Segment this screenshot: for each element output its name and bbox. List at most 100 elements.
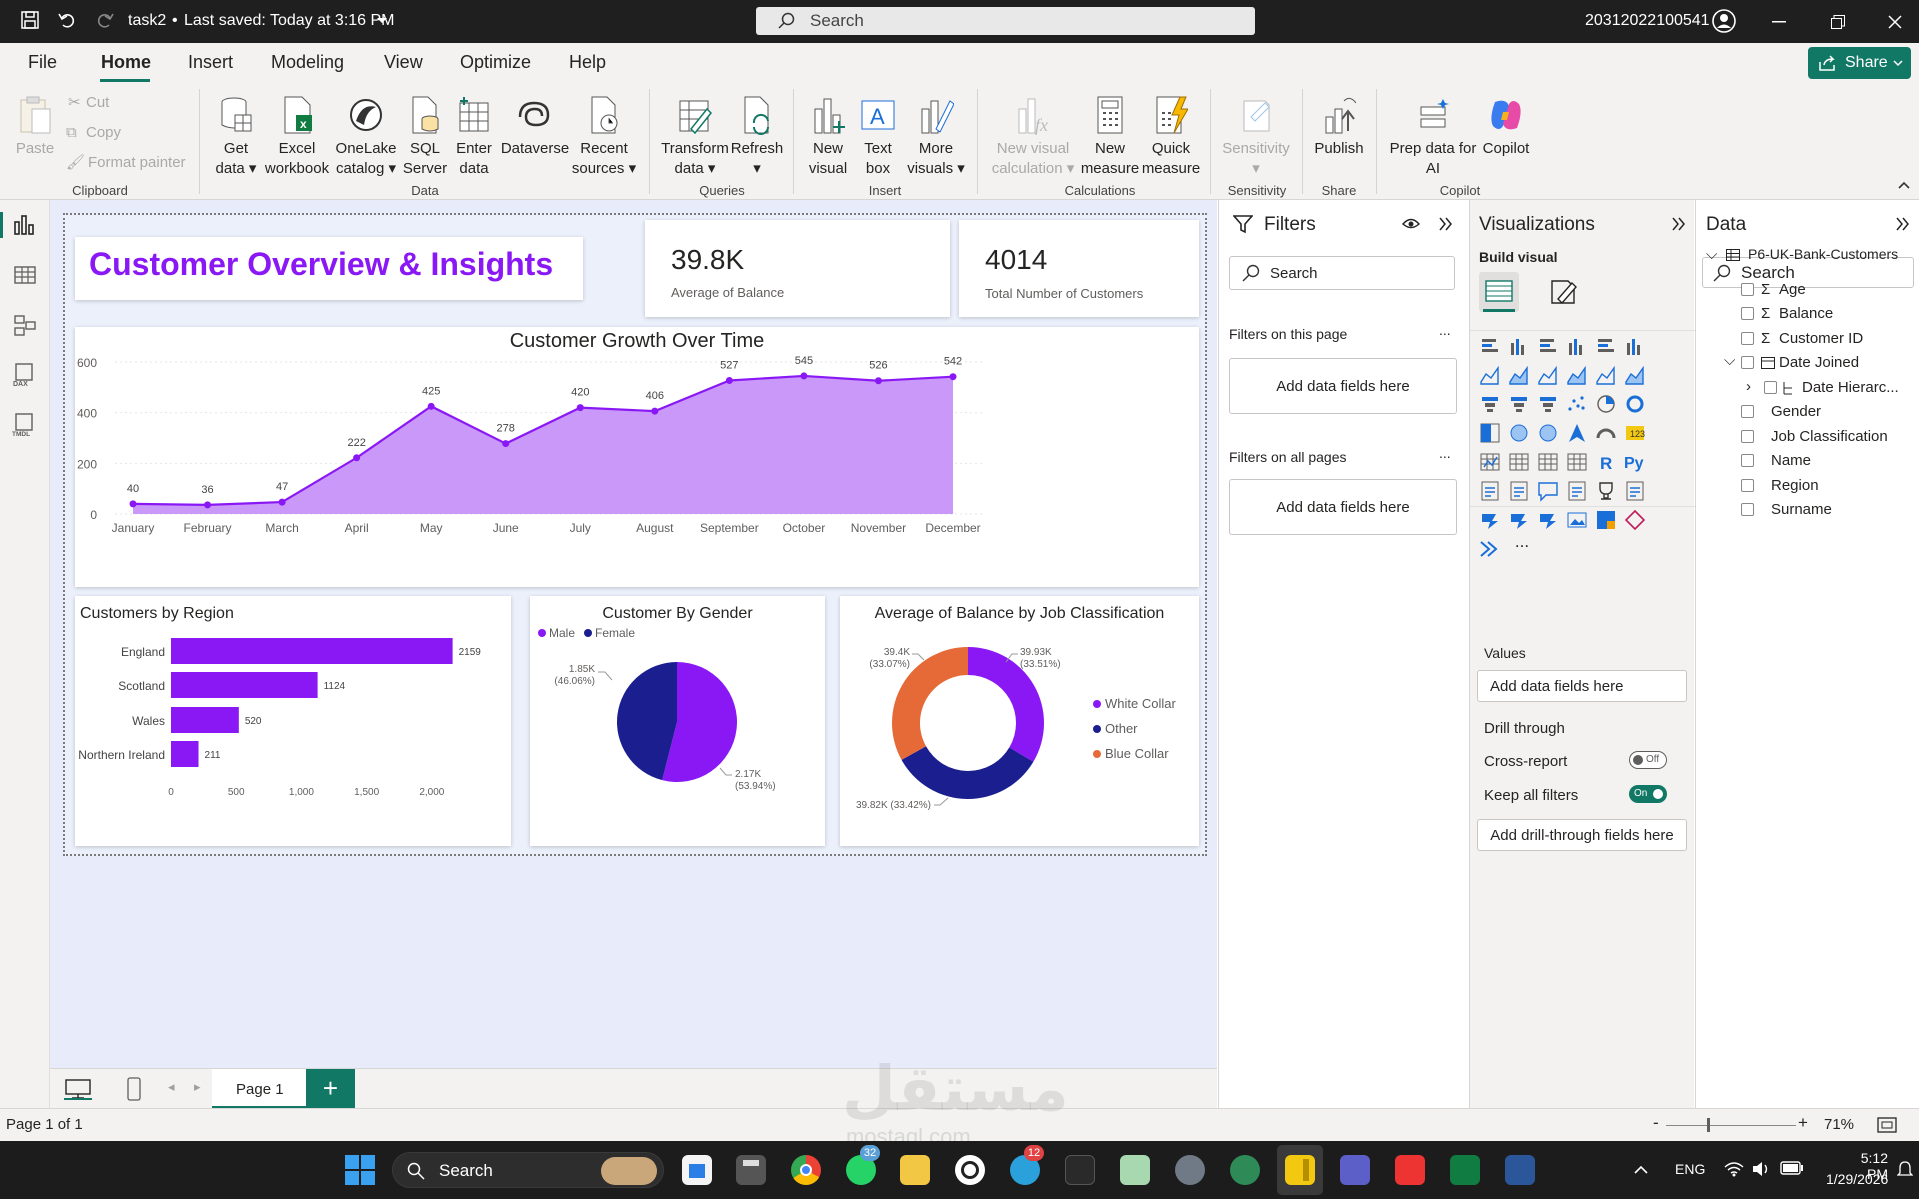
- drill-through-drop-zone[interactable]: Add drill-through fields here: [1477, 819, 1687, 851]
- field-checkbox[interactable]: [1741, 283, 1754, 296]
- sql-server-button[interactable]: SQL Server: [402, 93, 448, 179]
- kpi-icon[interactable]: [1480, 452, 1500, 472]
- collapse-ribbon-icon[interactable]: [1898, 181, 1910, 189]
- page-tab-1[interactable]: Page 1: [212, 1069, 306, 1109]
- report-title-card[interactable]: Customer Overview & Insights: [75, 237, 583, 300]
- field-item[interactable]: Σ Age: [1741, 281, 1910, 303]
- azure-map-icon[interactable]: [1567, 423, 1587, 443]
- 100-area-chart-icon[interactable]: [1567, 365, 1587, 385]
- chatgpt-icon[interactable]: [955, 1155, 985, 1185]
- line-chart-icon[interactable]: [1480, 365, 1500, 385]
- show-hidden-icons-chevron[interactable]: [1634, 1165, 1648, 1174]
- new-measure-button[interactable]: New measure: [1080, 93, 1140, 179]
- scatter-chart-icon[interactable]: [1567, 394, 1587, 414]
- stacked-column-chart-icon[interactable]: [1509, 336, 1529, 356]
- previous-page-icon[interactable]: ◂: [168, 1079, 175, 1095]
- field-item[interactable]: › Date Hierarc...: [1746, 378, 1910, 401]
- copilot-button[interactable]: Copilot: [1478, 93, 1534, 159]
- clustered-column-chart-icon[interactable]: [1567, 336, 1587, 356]
- custom-visual-icon[interactable]: [1480, 539, 1500, 559]
- table-view-icon[interactable]: [12, 262, 38, 288]
- field-checkbox[interactable]: [1764, 381, 1777, 394]
- field-checkbox[interactable]: [1741, 332, 1754, 345]
- customer-growth-chart[interactable]: Customer Growth Over Time 0 200 400 600 40 36…: [75, 327, 1199, 587]
- save-icon[interactable]: [20, 10, 40, 30]
- waterfall-chart-icon[interactable]: [1509, 394, 1529, 414]
- smart-narrative-icon[interactable]: [1567, 481, 1587, 501]
- account-icon[interactable]: [1712, 9, 1736, 33]
- key-influencers-icon[interactable]: [1480, 481, 1500, 501]
- taskbar-search-box[interactable]: Search: [392, 1152, 664, 1188]
- close-icon[interactable]: [1888, 15, 1902, 29]
- clustered-bar-chart-icon[interactable]: [1538, 336, 1558, 356]
- menu-help[interactable]: Help: [569, 52, 606, 73]
- maps-app-icon[interactable]: [1120, 1155, 1150, 1185]
- transform-data-button[interactable]: Transform data ▾: [660, 93, 730, 179]
- funnel-chart-icon[interactable]: [1538, 394, 1558, 414]
- davinci-icon[interactable]: [1065, 1155, 1095, 1185]
- customers-by-region-chart[interactable]: Customers by Region England 2159 Scotland 1…: [75, 596, 511, 846]
- python-visual-icon[interactable]: Py: [1624, 452, 1645, 472]
- field-item[interactable]: Region: [1741, 477, 1910, 499]
- field-item[interactable]: Gender: [1741, 403, 1910, 425]
- cross-report-toggle[interactable]: Off: [1629, 751, 1667, 769]
- menu-view[interactable]: View: [384, 52, 423, 73]
- collapse-pane-icon[interactable]: [1439, 217, 1453, 231]
- 100-stacked-column-icon[interactable]: [1625, 336, 1645, 356]
- field-checkbox[interactable]: [1741, 430, 1754, 443]
- eye-icon[interactable]: [1402, 217, 1420, 231]
- visual-type-gallery[interactable]: 123 R Py: [1479, 335, 1689, 810]
- last-saved-text[interactable]: Last saved: Today at 3:16 PM: [184, 12, 395, 30]
- download-app-icon[interactable]: [1395, 1155, 1425, 1185]
- table-icon[interactable]: [1538, 452, 1558, 472]
- table-node[interactable]: ⌵ P6-UK-Bank-Customers: [1706, 246, 1919, 270]
- field-item[interactable]: Σ Customer ID: [1741, 330, 1910, 352]
- field-item[interactable]: Name: [1741, 452, 1910, 474]
- treemap-icon[interactable]: [1480, 423, 1500, 443]
- notification-bell-icon[interactable]: [1897, 1161, 1913, 1179]
- filters-search-input[interactable]: Search: [1229, 256, 1455, 290]
- teams-icon[interactable]: [1340, 1155, 1370, 1185]
- dax-query-view-icon[interactable]: DAX: [12, 362, 38, 388]
- publish-button[interactable]: Publish: [1312, 93, 1366, 159]
- more-options-icon[interactable]: ...: [1439, 445, 1451, 461]
- kpi-card-average-balance[interactable]: 39.8K Average of Balance: [645, 220, 950, 317]
- wifi-icon[interactable]: [1724, 1161, 1744, 1177]
- format-visual-icon[interactable]: [1548, 277, 1578, 307]
- shape-map-icon[interactable]: [1624, 509, 1646, 531]
- card-new-icon[interactable]: [1596, 510, 1616, 530]
- field-checkbox[interactable]: [1741, 307, 1754, 320]
- card-icon[interactable]: 123: [1625, 423, 1645, 443]
- refresh-button[interactable]: Refresh ▾: [730, 93, 784, 179]
- qa-icon[interactable]: [1538, 481, 1558, 502]
- filled-map-icon[interactable]: [1538, 423, 1558, 443]
- slicer-icon[interactable]: [1509, 452, 1529, 472]
- menu-file[interactable]: File: [28, 52, 57, 73]
- field-item[interactable]: Job Classification: [1741, 428, 1910, 450]
- report-page[interactable]: Customer Overview & Insights 39.8K Avera…: [63, 213, 1207, 856]
- share-button[interactable]: Share: [1808, 47, 1911, 79]
- mobile-layout-icon[interactable]: [127, 1077, 141, 1101]
- power-apps-icon[interactable]: [1480, 510, 1500, 530]
- get-data-button[interactable]: Get data ▾: [208, 93, 264, 179]
- r-visual-icon[interactable]: R: [1596, 452, 1616, 473]
- stacked-area-chart-icon[interactable]: [1538, 365, 1558, 385]
- zoom-level[interactable]: 71%: [1824, 1116, 1854, 1133]
- power-bi-icon[interactable]: [1285, 1155, 1315, 1185]
- zoom-slider-track[interactable]: [1666, 1125, 1796, 1126]
- build-visual-tab[interactable]: [1479, 272, 1519, 312]
- decomposition-tree-icon[interactable]: [1509, 481, 1529, 501]
- power-automate-icon[interactable]: [1509, 510, 1529, 530]
- telegram-icon[interactable]: 12: [1010, 1145, 1044, 1185]
- more-visuals-ellipsis[interactable]: ...: [1512, 532, 1532, 552]
- fit-to-page-icon[interactable]: [1877, 1117, 1897, 1133]
- balance-by-job-chart[interactable]: Average of Balance by Job Classification…: [840, 596, 1199, 846]
- field-checkbox[interactable]: [1741, 405, 1754, 418]
- volume-icon[interactable]: [1752, 1161, 1770, 1177]
- map-icon[interactable]: [1509, 423, 1529, 443]
- zoom-in-button[interactable]: +: [1798, 1113, 1808, 1133]
- settings-gear-icon[interactable]: [1175, 1155, 1205, 1185]
- customer-by-gender-chart[interactable]: Customer By Gender Male Female 2.17K (53.94…: [530, 596, 825, 846]
- whatsapp-icon[interactable]: 32: [846, 1145, 880, 1185]
- undo-icon[interactable]: [57, 10, 77, 30]
